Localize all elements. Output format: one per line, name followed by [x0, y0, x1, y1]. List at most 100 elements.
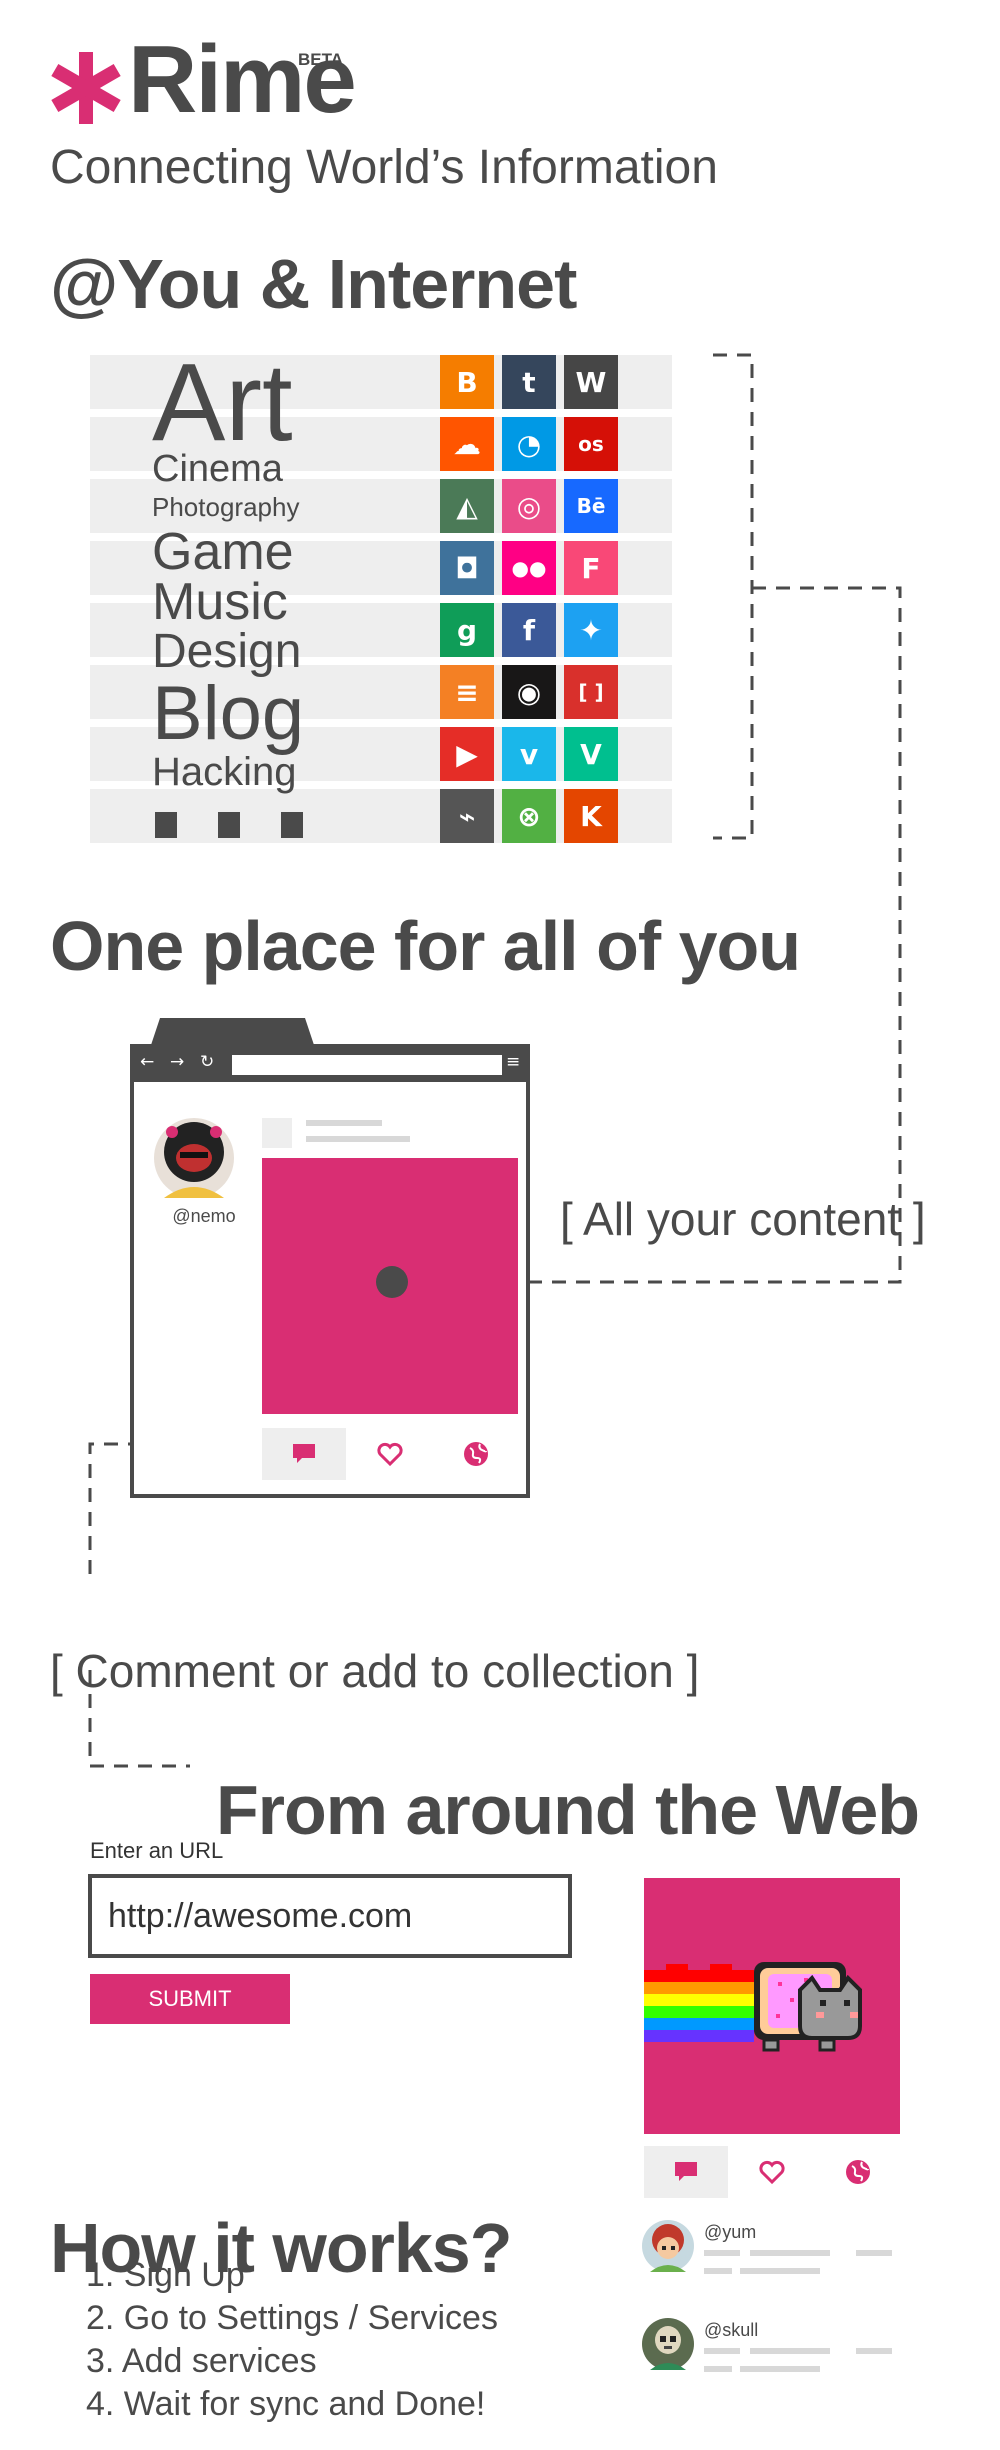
- section-title-one-place: One place for all of you: [50, 907, 801, 985]
- github-icon[interactable]: ◉: [502, 665, 556, 719]
- steps-list: 1. Sign Up 2. Go to Settings / Services …: [86, 2254, 498, 2426]
- behance-icon[interactable]: Bē: [564, 479, 618, 533]
- foursquare-icon[interactable]: F: [564, 541, 618, 595]
- beta-badge: BETA: [298, 50, 344, 69]
- twitter-icon[interactable]: ✦: [564, 603, 618, 657]
- facebook-icon-glyph: f: [522, 613, 536, 647]
- comment-icon: [293, 1444, 315, 1463]
- browser-window: ← → ↻ ≡ @nemo: [130, 1044, 530, 1498]
- steam-icon[interactable]: ⌁: [440, 789, 494, 843]
- commenter-name-yum: @yum: [704, 2222, 757, 2242]
- step-item: 4. Wait for sync and Done!: [86, 2385, 486, 2423]
- category-label-art: Art: [152, 341, 293, 464]
- lastfm-icon-glyph: os: [578, 432, 604, 456]
- url-input-label: Enter an URL: [90, 1838, 224, 1863]
- post-avatar-placeholder: [262, 1118, 292, 1148]
- category-label-music: Music: [152, 573, 288, 631]
- soundcloud-icon-glyph: ☁: [453, 427, 481, 461]
- comment-line: [856, 2250, 892, 2256]
- soundcloud-icon[interactable]: ☁: [440, 417, 494, 471]
- dribbble-icon-glyph: ◎: [516, 489, 542, 523]
- comment-line: [856, 2348, 892, 2354]
- flickr-icon[interactable]: ●●: [502, 541, 556, 595]
- callout-comment-collection: [ Comment or add to collection ]: [50, 1645, 700, 1697]
- section-title-from-web: From around the Web: [216, 1771, 920, 1849]
- commenter-avatar-yum: [642, 2220, 694, 2272]
- tumblr-icon[interactable]: t: [502, 355, 556, 409]
- category-label-hacking: Hacking: [152, 750, 297, 794]
- twitter-icon-glyph: ✦: [579, 613, 603, 647]
- lastfm-icon[interactable]: os: [564, 417, 618, 471]
- comment-line: [750, 2348, 830, 2354]
- youtube-icon[interactable]: ▶: [440, 727, 494, 781]
- 500px-icon[interactable]: ◔: [502, 417, 556, 471]
- comment-icon: [675, 2162, 697, 2181]
- category-label-cinema: Cinema: [152, 448, 283, 490]
- menu-icon[interactable]: ≡: [506, 1052, 520, 1072]
- category-label-blog: Blog: [152, 671, 305, 756]
- tumblr-icon-glyph: t: [522, 365, 536, 399]
- deviantart-icon[interactable]: ◭: [440, 479, 494, 533]
- heart-icon[interactable]: [758, 2158, 786, 2186]
- klout-icon-glyph: K: [580, 799, 602, 833]
- comment-line: [704, 2366, 732, 2372]
- instagram-icon-glyph: ◘: [455, 551, 479, 585]
- browser-address-bar[interactable]: [232, 1055, 502, 1075]
- xbox-icon-glyph: ⊗: [517, 799, 541, 833]
- google-plus-icon[interactable]: g: [440, 603, 494, 657]
- brackets-icon[interactable]: [ ]: [564, 665, 618, 719]
- xbox-icon[interactable]: ⊗: [502, 789, 556, 843]
- comment-line: [704, 2348, 740, 2354]
- steam-icon-glyph: ⌁: [458, 799, 476, 833]
- behance-icon-glyph: Bē: [576, 494, 606, 518]
- post-meta-line: [306, 1120, 382, 1126]
- vimeo-icon[interactable]: v: [502, 727, 556, 781]
- submit-button[interactable]: SUBMIT: [90, 1974, 290, 2024]
- tagline: Connecting World’s Information: [50, 141, 718, 194]
- browser-toolbar: ← → ↻ ≡: [134, 1048, 526, 1082]
- vine-icon[interactable]: V: [564, 727, 618, 781]
- section-title-you-internet: @You & Internet: [50, 245, 577, 323]
- deviantart-icon-glyph: ◭: [456, 489, 478, 523]
- more-dot: [155, 812, 177, 838]
- reload-icon[interactable]: ↻: [200, 1052, 214, 1072]
- youtube-icon-glyph: ▶: [456, 737, 478, 771]
- vine-icon-glyph: V: [580, 737, 602, 771]
- nyan-cat-image: [644, 1962, 862, 2052]
- logo-asterisk-icon: [51, 52, 121, 124]
- category-label-photography: Photography: [152, 492, 300, 522]
- github-icon-glyph: ◉: [516, 675, 542, 709]
- globe-icon[interactable]: [462, 1440, 490, 1468]
- back-icon[interactable]: ←: [140, 1052, 154, 1072]
- vimeo-icon-glyph: v: [519, 737, 539, 771]
- more-dot: [218, 812, 240, 838]
- wordpress-icon-glyph: W: [575, 365, 607, 399]
- comment-line: [750, 2250, 830, 2256]
- profile-username: @nemo: [172, 1206, 236, 1226]
- heart-icon[interactable]: [376, 1440, 404, 1468]
- wordpress-icon[interactable]: W: [564, 355, 618, 409]
- step-item: 1. Sign Up: [86, 2256, 245, 2294]
- step-item: 2. Go to Settings / Services: [86, 2299, 498, 2337]
- category-label-game: Game: [152, 523, 294, 581]
- 500px-icon-glyph: ◔: [516, 427, 542, 461]
- instagram-icon[interactable]: ◘: [440, 541, 494, 595]
- globe-icon[interactable]: [844, 2158, 872, 2186]
- forward-icon[interactable]: →: [170, 1052, 184, 1072]
- web-content-image[interactable]: [644, 1878, 900, 2134]
- brackets-icon-glyph: [ ]: [578, 680, 604, 704]
- facebook-icon[interactable]: f: [502, 603, 556, 657]
- blogger-icon-glyph: B: [456, 365, 478, 399]
- flickr-icon-glyph: ●●: [511, 556, 547, 580]
- comment-line: [740, 2366, 820, 2372]
- post-meta-line: [306, 1136, 410, 1142]
- comment-line: [704, 2250, 740, 2256]
- klout-icon[interactable]: K: [564, 789, 618, 843]
- blogger-icon[interactable]: B: [440, 355, 494, 409]
- step-item: 3. Add services: [86, 2342, 317, 2380]
- dribbble-icon[interactable]: ◎: [502, 479, 556, 533]
- url-input[interactable]: [88, 1874, 572, 1958]
- stackoverflow-icon[interactable]: ≡: [440, 665, 494, 719]
- comment-line: [704, 2268, 732, 2274]
- callout-all-content: [ All your content ]: [560, 1193, 926, 1245]
